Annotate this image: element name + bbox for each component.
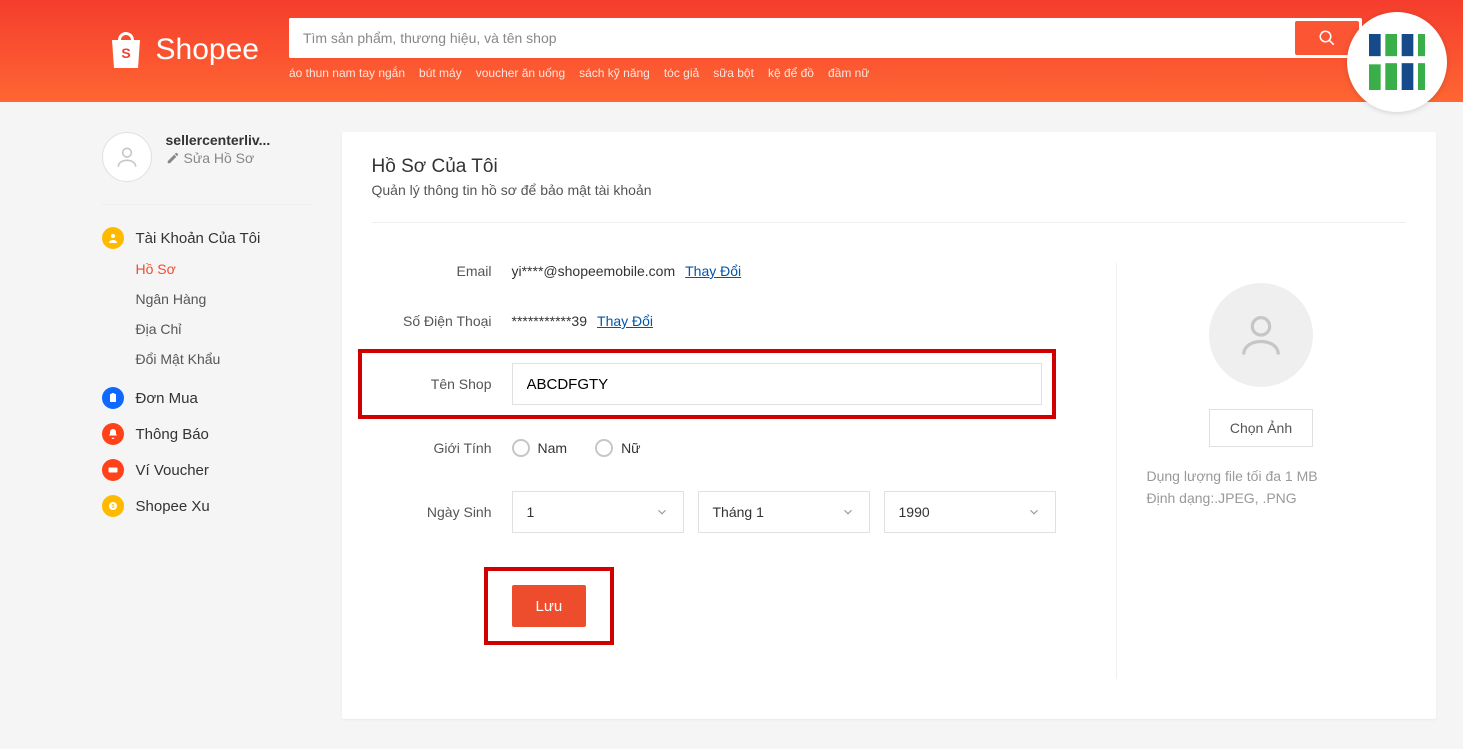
user-icon [107,232,119,244]
clipboard-icon [107,392,119,404]
save-highlight: Lưu [484,567,615,645]
search-bar [289,18,1362,58]
ticket-icon [107,464,119,476]
dob-month-select[interactable]: Tháng 1 [698,491,870,533]
save-button[interactable]: Lưu [512,585,587,627]
phone-value: ***********39 [512,313,588,329]
change-email-link[interactable]: Thay Đổi [685,263,741,279]
logo[interactable]: S Shopee [102,18,259,74]
email-label: Email [372,263,512,279]
nav-my-account[interactable]: Tài Khoản Của Tôi [102,227,312,249]
radio-icon [512,439,530,457]
page-title: Hồ Sơ Của Tôi [372,156,1406,178]
shop-name-label: Tên Shop [372,376,512,392]
hot-link[interactable]: áo thun nam tay ngắn [289,66,405,80]
file-size-hint: Dụng lượng file tối đa 1 MB [1147,465,1318,487]
nav-notifications[interactable]: Thông Báo [102,423,312,445]
page-subtitle: Quản lý thông tin hồ sơ để bảo mật tài k… [372,182,1406,198]
user-summary: sellercenterliv... Sửa Hồ Sơ [102,132,312,205]
phone-label: Số Điện Thoại [372,313,512,329]
hot-link[interactable]: kệ để đồ [768,66,814,80]
pencil-icon [166,151,180,165]
svg-text:S: S [121,45,130,61]
dob-label: Ngày Sinh [372,504,512,520]
edit-profile-link[interactable]: Sửa Hồ Sơ [166,150,271,166]
nav-voucher-wallet[interactable]: Ví Voucher [102,459,312,481]
sidebar-item-address[interactable]: Địa Chỉ [136,321,312,337]
dob-year-select[interactable]: 1990 [884,491,1056,533]
avatar-preview [1209,283,1313,387]
email-value: yi****@shopeemobile.com [512,263,676,279]
avatar-small [102,132,152,182]
shop-name-highlight: Tên Shop [358,349,1056,419]
user-icon [114,144,140,170]
radio-icon [595,439,613,457]
chevron-down-icon [655,505,669,519]
dob-day-select[interactable]: 1 [512,491,684,533]
username: sellercenterliv... [166,132,271,148]
corner-badge [1347,12,1447,112]
shop-name-input[interactable] [512,363,1042,405]
brand-name: Shopee [156,33,259,67]
shopping-bag-icon: S [102,26,150,74]
search-icon [1318,29,1336,47]
profile-panel: Hồ Sơ Của Tôi Quản lý thông tin hồ sơ để… [342,132,1436,719]
hot-link[interactable]: bút máy [419,66,462,80]
change-phone-link[interactable]: Thay Đổi [597,313,653,329]
sidebar-item-profile[interactable]: Hồ Sơ [136,261,312,277]
hot-link[interactable]: tóc giả [664,66,699,80]
hot-link[interactable]: sữa bột [713,66,754,80]
gender-female[interactable]: Nữ [595,439,640,457]
user-icon [1235,309,1287,361]
hot-keywords: áo thun nam tay ngắn bút máy voucher ăn … [289,66,1362,80]
hot-link[interactable]: đầm nữ [828,66,869,80]
sidebar-item-password[interactable]: Đổi Mật Khẩu [136,351,312,367]
chevron-down-icon [841,505,855,519]
grid-logo-icon [1362,27,1432,97]
hot-link[interactable]: sách kỹ năng [579,66,650,80]
sidebar-item-bank[interactable]: Ngân Hàng [136,291,312,307]
gender-male[interactable]: Nam [512,439,568,457]
bell-icon [107,428,119,440]
sidebar: sellercenterliv... Sửa Hồ Sơ Tài Khoản C… [102,132,312,531]
nav-shopee-coins[interactable]: S Shopee Xu [102,495,312,517]
search-input[interactable] [289,18,1292,58]
gender-label: Giới Tính [372,440,512,456]
file-format-hint: Định dạng:.JPEG, .PNG [1147,487,1318,509]
choose-image-button[interactable]: Chọn Ảnh [1209,409,1313,447]
chevron-down-icon [1027,505,1041,519]
hot-link[interactable]: voucher ăn uống [476,66,565,80]
nav-purchases[interactable]: Đơn Mua [102,387,312,409]
coin-icon: S [107,500,119,512]
header: S Shopee áo thun nam tay ngắn bút máy vo… [0,0,1463,102]
